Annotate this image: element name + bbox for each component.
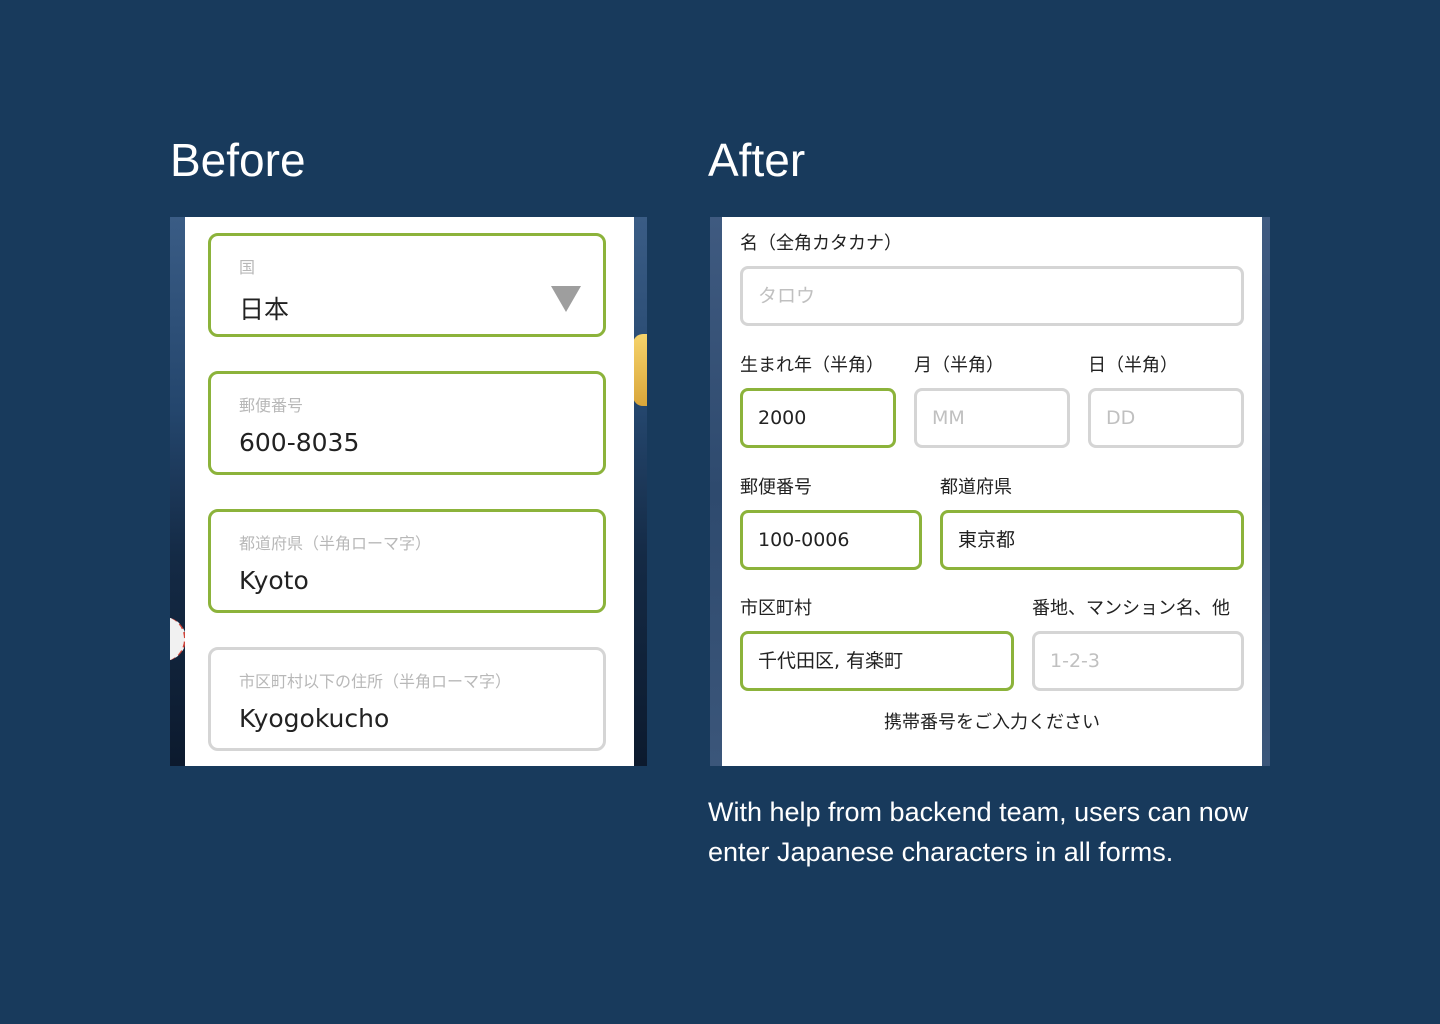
postal-input[interactable]: 100-0006: [740, 510, 922, 570]
birth-year-input[interactable]: 2000: [740, 388, 896, 448]
birth-month-placeholder: MM: [932, 407, 965, 429]
street-input[interactable]: 1-2-3: [1032, 631, 1244, 691]
before-postal-field[interactable]: 郵便番号 600-8035: [208, 371, 606, 475]
birth-day-placeholder: DD: [1106, 407, 1136, 429]
before-prefecture-label: 都道府県（半角ローマ字）: [239, 534, 432, 553]
before-address-field[interactable]: 市区町村以下の住所（半角ローマ字） Kyogokucho: [208, 647, 606, 751]
after-heading: After: [708, 134, 806, 186]
after-form-sheet: 名（全角カタカナ） タロウ 生まれ年（半角） 2000 月（半角） MM 日（半…: [722, 217, 1262, 766]
name-katakana-input[interactable]: タロウ: [740, 266, 1244, 326]
birth-month-input[interactable]: MM: [914, 388, 1070, 448]
before-postal-value: 600-8035: [239, 428, 360, 457]
postal-label: 郵便番号: [740, 477, 812, 498]
birth-month-label: 月（半角）: [914, 355, 1004, 376]
birth-year-label: 生まれ年（半角）: [740, 355, 884, 376]
city-label: 市区町村: [740, 598, 812, 619]
baseball-decoration: [170, 617, 186, 661]
birth-year-value: 2000: [758, 407, 807, 429]
caption: With help from backend team, users can n…: [708, 797, 1249, 867]
prefecture-value: 東京都: [958, 529, 1016, 551]
birth-day-input[interactable]: DD: [1088, 388, 1244, 448]
after-screenshot: 名（全角カタカナ） タロウ 生まれ年（半角） 2000 月（半角） MM 日（半…: [710, 217, 1270, 766]
dropdown-arrow-icon[interactable]: [551, 286, 581, 312]
before-postal-label: 郵便番号: [239, 396, 304, 415]
prefecture-input[interactable]: 東京都: [940, 510, 1244, 570]
prefecture-label: 都道府県: [940, 477, 1012, 498]
before-screenshot: 国 日本 郵便番号 600-8035 都道府県（半角ローマ字） Kyoto 市区…: [170, 217, 647, 766]
before-prefecture-value: Kyoto: [239, 566, 309, 595]
city-input[interactable]: 千代田区, 有楽町: [740, 631, 1014, 691]
postal-value: 100-0006: [758, 529, 850, 551]
country-label: 国: [239, 258, 256, 277]
before-address-value: Kyogokucho: [239, 704, 390, 733]
street-label: 番地、マンション名、他: [1032, 598, 1230, 619]
country-select[interactable]: 国 日本: [208, 233, 606, 337]
before-address-label: 市区町村以下の住所（半角ローマ字）: [239, 672, 512, 691]
birth-day-label: 日（半角）: [1088, 355, 1178, 376]
trophy-decoration: [633, 334, 647, 406]
name-katakana-placeholder: タロウ: [758, 285, 816, 307]
name-katakana-label: 名（全角カタカナ）: [740, 233, 902, 254]
before-heading: Before: [170, 134, 306, 186]
mobile-number-prompt: 携帯番号をご入力ください: [884, 712, 1100, 733]
country-value: 日本: [239, 295, 290, 324]
street-placeholder: 1-2-3: [1050, 650, 1100, 672]
before-prefecture-field[interactable]: 都道府県（半角ローマ字） Kyoto: [208, 509, 606, 613]
city-value: 千代田区, 有楽町: [758, 650, 904, 672]
